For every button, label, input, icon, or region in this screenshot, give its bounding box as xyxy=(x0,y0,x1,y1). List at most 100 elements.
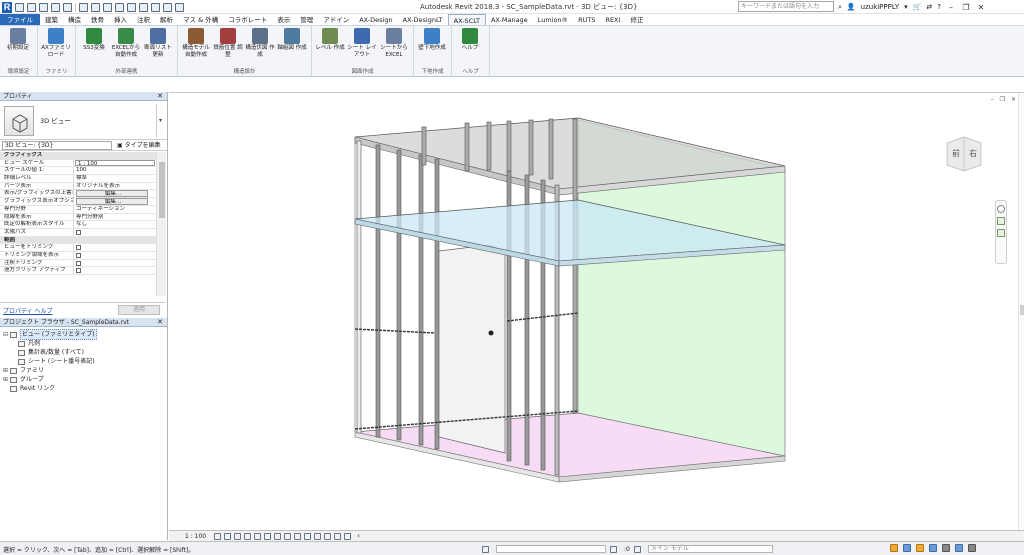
section-icon[interactable] xyxy=(139,2,148,12)
sync-icon[interactable] xyxy=(39,2,48,12)
checkbox[interactable] xyxy=(76,252,81,258)
worksets-icon[interactable] xyxy=(482,545,489,553)
temp-properties-icon[interactable] xyxy=(314,532,322,540)
pan-icon[interactable] xyxy=(997,229,1005,237)
visual-style-icon[interactable] xyxy=(224,532,232,540)
hide-isolate-icon[interactable] xyxy=(294,532,302,540)
redo-icon[interactable] xyxy=(63,2,72,12)
viewcube[interactable]: 前 右 xyxy=(939,133,989,173)
tab-1[interactable]: 建築 xyxy=(40,14,63,25)
tab-10[interactable]: 管理 xyxy=(295,14,318,25)
tab-17[interactable]: RUTS xyxy=(573,14,600,25)
browser-item[interactable]: ⊞ ファミリ xyxy=(3,366,167,375)
edit-type-button[interactable]: ▣ タイプを編集 xyxy=(117,141,161,150)
switch-windows-icon[interactable] xyxy=(175,2,184,12)
tab-6[interactable]: 解析 xyxy=(155,14,178,25)
browser-item[interactable]: 集計表/数量 (すべて) xyxy=(3,348,167,357)
scroll-thumb[interactable] xyxy=(159,162,165,218)
search-input[interactable]: キーワードまたは語句を入力 xyxy=(738,1,834,12)
3d-viewport[interactable]: – ❐ ✕ 前 右 xyxy=(169,92,1024,530)
render-icon[interactable] xyxy=(254,532,262,540)
lock-view-icon[interactable] xyxy=(284,532,292,540)
chevron-down-icon[interactable]: ▾ xyxy=(904,3,908,11)
tab-5[interactable]: 注釈 xyxy=(132,14,155,25)
edit-button[interactable]: 編集... xyxy=(76,190,148,198)
viewport-scrollbar[interactable] xyxy=(1018,93,1024,530)
chevron-down-icon[interactable]: ▾ xyxy=(156,104,164,137)
property-checkbox[interactable] xyxy=(74,267,156,274)
browser-item[interactable]: Revit リンク xyxy=(3,384,167,393)
save-icon[interactable] xyxy=(27,2,36,12)
revit-logo-icon[interactable]: R xyxy=(2,1,12,13)
print-icon[interactable] xyxy=(79,2,88,12)
browser-item[interactable]: ⊞ グループ xyxy=(3,375,167,384)
minimize-icon[interactable]: – xyxy=(991,96,994,103)
checkbox[interactable] xyxy=(76,245,81,251)
ribbon-button-3-2[interactable]: 構造伏図 作成 xyxy=(245,28,275,58)
tab-0[interactable]: ファイル xyxy=(0,14,40,25)
expand-toggle-icon[interactable]: ⊞ xyxy=(3,375,10,384)
user-icon[interactable]: 👤 xyxy=(847,3,856,11)
dimension-icon[interactable] xyxy=(103,2,112,12)
tab-7[interactable]: マス & 外構 xyxy=(178,14,223,25)
zoom-icon[interactable] xyxy=(997,217,1005,225)
navigation-bar[interactable] xyxy=(995,200,1007,264)
property-value[interactable]: 1 : 100 xyxy=(75,159,155,167)
ribbon-button-2-2[interactable]: 断面リスト 更新 xyxy=(143,28,173,58)
tab-11[interactable]: アドイン xyxy=(318,14,354,25)
thin-lines-icon[interactable] xyxy=(151,2,160,12)
property-checkbox[interactable] xyxy=(74,244,156,251)
chevron-left-icon[interactable]: ‹ xyxy=(357,532,360,540)
tab-2[interactable]: 構造 xyxy=(63,14,86,25)
expand-toggle-icon[interactable]: ⊞ xyxy=(3,366,10,375)
exchange-icon[interactable]: ⇄ xyxy=(926,3,932,11)
worksharing-icon[interactable] xyxy=(324,532,332,540)
tab-18[interactable]: REXI xyxy=(600,14,625,25)
checkbox[interactable] xyxy=(76,268,81,274)
close-hidden-icon[interactable] xyxy=(163,2,172,12)
detail-level-icon[interactable] xyxy=(214,532,222,540)
checkbox[interactable] xyxy=(76,229,81,235)
filter-count-icon[interactable] xyxy=(968,544,976,552)
minimize-button[interactable]: – xyxy=(946,3,956,12)
close-icon[interactable]: ✕ xyxy=(1011,96,1016,103)
ribbon-button-1-0[interactable]: AXファミリ ロード xyxy=(41,28,71,58)
analytical-model-icon[interactable] xyxy=(334,532,342,540)
close-icon[interactable]: ✕ xyxy=(157,318,163,327)
undo-icon[interactable] xyxy=(51,2,60,12)
select-pinned-icon[interactable] xyxy=(916,544,924,552)
type-selector[interactable]: 3D ビュー ▾ xyxy=(0,101,167,140)
tab-14[interactable]: AX-SCLT xyxy=(447,14,486,25)
ribbon-button-4-1[interactable]: シート レイアウト xyxy=(347,28,377,58)
model-select[interactable]: メイン モデル xyxy=(647,545,773,553)
browser-item[interactable]: 凡例 xyxy=(3,339,167,348)
ribbon-button-0-0[interactable]: 初期設定 xyxy=(3,28,33,52)
viewcube-front-label[interactable]: 前 xyxy=(952,148,960,159)
scroll-thumb[interactable] xyxy=(1020,305,1024,315)
view-scale[interactable]: 1 : 100 xyxy=(169,533,214,540)
select-underlay-icon[interactable] xyxy=(903,544,911,552)
show-crop-icon[interactable] xyxy=(274,532,282,540)
open-icon[interactable] xyxy=(15,2,24,12)
ribbon-button-3-3[interactable]: 軸組図 作成 xyxy=(277,28,307,52)
highlight-icon[interactable] xyxy=(344,532,352,540)
edit-button[interactable]: 編集... xyxy=(76,198,148,205)
3d-view-icon[interactable] xyxy=(127,2,136,12)
viewcube-right-label[interactable]: 右 xyxy=(969,148,977,159)
properties-help-link[interactable]: プロパティ ヘルプ xyxy=(3,306,53,315)
tab-12[interactable]: AX-Design xyxy=(354,14,397,25)
close-icon[interactable]: ✕ xyxy=(157,92,163,101)
property-checkbox[interactable] xyxy=(74,260,156,267)
ribbon-button-2-0[interactable]: SS3変換 xyxy=(79,28,109,52)
measure-icon[interactable] xyxy=(91,2,100,12)
browser-item[interactable]: ⊟ ビュー (ファミリとタイプ) xyxy=(3,329,167,340)
apply-button[interactable]: 適用 xyxy=(118,305,160,315)
tab-19[interactable]: 修正 xyxy=(625,14,648,25)
ribbon-button-4-0[interactable]: レベル 作成 xyxy=(315,28,345,52)
text-icon[interactable] xyxy=(115,2,124,12)
steering-wheel-icon[interactable] xyxy=(997,205,1005,213)
select-by-face-icon[interactable] xyxy=(929,544,937,552)
shadows-icon[interactable] xyxy=(244,532,252,540)
design-options-icon[interactable] xyxy=(633,545,641,553)
close-button[interactable]: ✕ xyxy=(976,3,986,12)
